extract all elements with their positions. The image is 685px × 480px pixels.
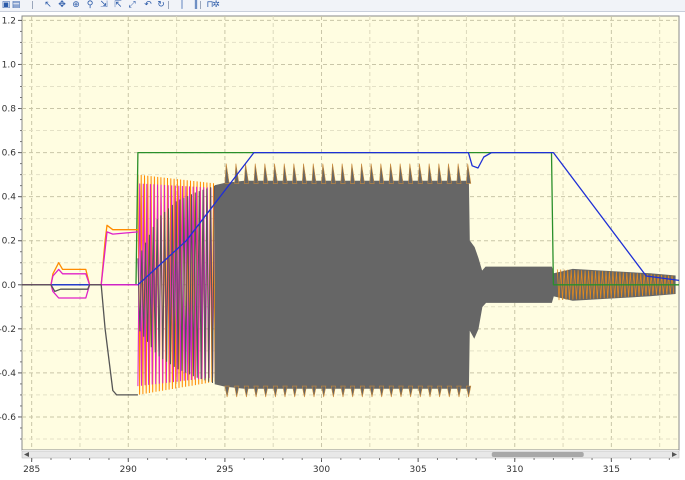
y-tick-label: 0.8	[2, 105, 17, 115]
zoom-fit-icon[interactable]: ⤢	[126, 0, 138, 10]
undo-icon[interactable]: ↶	[142, 0, 154, 10]
y-tick-label: -0.6	[0, 413, 16, 423]
x-tick-label: 285	[23, 465, 40, 475]
settings-icon[interactable]: ✲	[210, 0, 222, 10]
x-tick-label: 290	[120, 465, 137, 475]
y-tick-label: 0.6	[2, 149, 17, 159]
redo-icon[interactable]: ↻	[155, 0, 167, 10]
scrollbar-thumb[interactable]	[491, 452, 584, 457]
save-icon[interactable]: ▤	[10, 0, 22, 10]
y-tick-label: -0.4	[0, 369, 16, 379]
y-tick-label: 0.0	[2, 281, 17, 291]
y-tick-label: 1.2	[2, 16, 16, 26]
x-tick-label: 310	[506, 465, 523, 475]
zoom-box-icon[interactable]: ⊕	[70, 0, 82, 10]
zoom-y-icon[interactable]: ⇱	[112, 0, 124, 10]
y-tick-label: 0.4	[2, 193, 17, 203]
toolbar: ▣ ▤ ↖ ✥ ⊕ ⚲ ⇲ ⇱ ⤢ ↶ ↻ ∣ ‖ ⊓ ✲	[0, 0, 685, 12]
x-tick-label: 315	[603, 465, 620, 475]
x-tick-label: 305	[410, 465, 427, 475]
plot-area[interactable]: 1.2 1.0 0.8 0.6 0.4 0.2 0.0 -0.2 -0.4 -0.6 285 290 2…	[0, 12, 685, 480]
toolbar-separator	[168, 1, 169, 9]
toolbar-separator	[200, 1, 201, 9]
y-tick-label: 0.2	[2, 237, 16, 247]
y-tick-label: -0.2	[0, 325, 16, 335]
zoom-x-icon[interactable]: ⇲	[98, 0, 110, 10]
x-tick-label: 295	[216, 465, 233, 475]
pointer-icon[interactable]: ↖	[42, 0, 54, 10]
x-tick-label: 300	[313, 465, 330, 475]
pan-icon[interactable]: ✥	[56, 0, 68, 10]
y-tick-label: 1.0	[2, 60, 17, 70]
toolbar-separator	[32, 1, 33, 9]
cursor-icon[interactable]: ∣	[176, 0, 188, 10]
zoom-icon[interactable]: ⚲	[84, 0, 96, 10]
